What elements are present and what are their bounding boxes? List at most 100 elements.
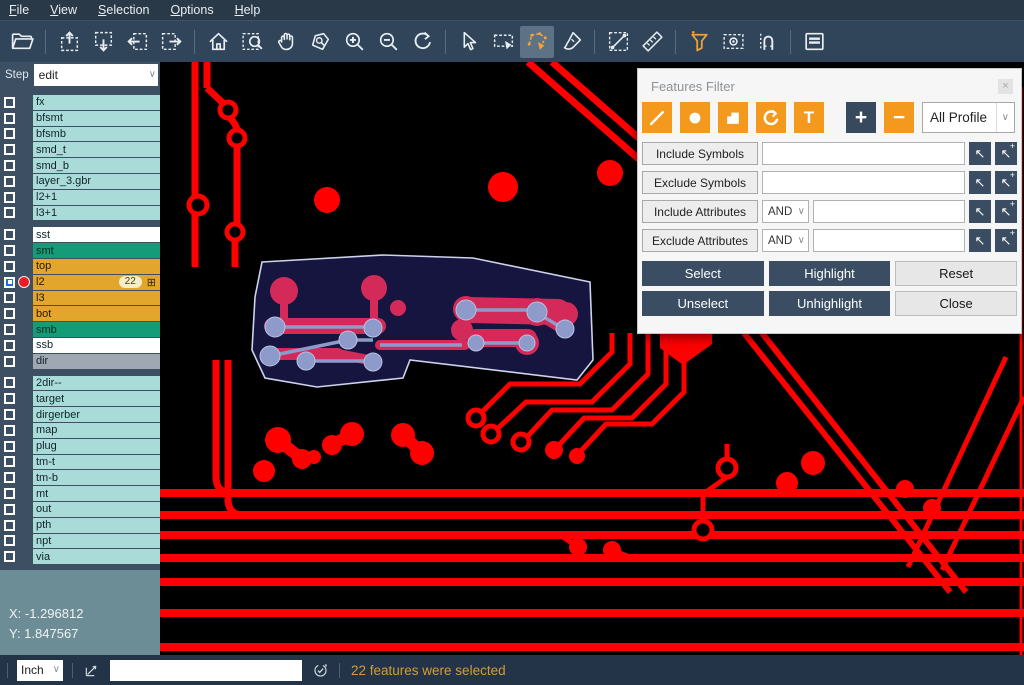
snap-angle-button[interactable]	[82, 661, 101, 680]
layer-cell[interactable]: l222⊞	[33, 275, 160, 290]
step-select[interactable]: edit ∨	[34, 64, 158, 86]
remove-filter-button[interactable]: −	[884, 102, 914, 133]
layer-cell[interactable]: 2dir--	[33, 376, 160, 391]
pick-add-button[interactable]: ↖+	[995, 142, 1017, 165]
layer-visibility-checkbox[interactable]	[4, 393, 15, 404]
layer-cell[interactable]: smd_t	[33, 142, 160, 157]
layer-visibility-checkbox[interactable]	[4, 504, 15, 515]
layer-row-ssb[interactable]: ssb	[0, 338, 160, 353]
grid-icon[interactable]: ⊞	[147, 276, 156, 289]
features-filter-button[interactable]	[682, 26, 716, 58]
layer-row-pth[interactable]: pth	[0, 518, 160, 533]
layer-cell[interactable]: fx	[33, 95, 160, 110]
menu-file[interactable]: File	[9, 3, 29, 17]
measure-points-button[interactable]	[601, 26, 635, 58]
menu-options[interactable]: Options	[170, 3, 213, 17]
command-input[interactable]	[110, 660, 302, 681]
highlight-button[interactable]: Highlight	[769, 261, 891, 286]
layer-row-mt[interactable]: mt	[0, 486, 160, 501]
pick-button[interactable]: ↖	[969, 171, 991, 194]
pan-button[interactable]	[269, 26, 303, 58]
layer-cell[interactable]: tm-t	[33, 455, 160, 470]
layer-cell[interactable]: l3+1	[33, 206, 160, 221]
and-or-select[interactable]: AND∨	[762, 200, 809, 223]
layer-visibility-checkbox[interactable]	[4, 261, 15, 272]
layer-visibility-checkbox[interactable]	[4, 356, 15, 367]
layer-visibility-checkbox[interactable]	[4, 324, 15, 335]
layer-row-npt[interactable]: npt	[0, 534, 160, 549]
layer-row-bfsmt[interactable]: bfsmt	[0, 111, 160, 126]
include-attributes-button[interactable]: Include Attributes	[642, 200, 758, 223]
pick-button[interactable]: ↖	[969, 229, 991, 252]
layer-cell[interactable]: plug	[33, 439, 160, 454]
profile-select[interactable]: All Profile ∨	[922, 102, 1015, 133]
reset-button[interactable]: Reset	[895, 261, 1017, 286]
layer-cell[interactable]: smb	[33, 322, 160, 337]
send-right-button[interactable]	[154, 26, 188, 58]
zoom-polygon-button[interactable]	[303, 26, 337, 58]
layer-row-sst[interactable]: sst	[0, 227, 160, 242]
surface-tool-button[interactable]	[718, 102, 748, 133]
layer-cell[interactable]: l2+1	[33, 190, 160, 205]
send-left-button[interactable]	[120, 26, 154, 58]
layer-row-bot[interactable]: bot	[0, 306, 160, 321]
layer-row-top[interactable]: top	[0, 259, 160, 274]
layer-row-fx[interactable]: fx	[0, 95, 160, 110]
menu-view[interactable]: View	[50, 3, 77, 17]
snap-button[interactable]	[750, 26, 784, 58]
filter-input[interactable]	[813, 229, 965, 252]
line-tool-button[interactable]	[642, 102, 672, 133]
unhighlight-button[interactable]: Unhighlight	[769, 291, 891, 316]
layer-visibility-checkbox[interactable]	[4, 192, 15, 203]
layer-row-l3[interactable]: l3	[0, 291, 160, 306]
layer-visibility-checkbox[interactable]	[4, 551, 15, 562]
pick-add-button[interactable]: ↖+	[995, 200, 1017, 223]
layer-cell[interactable]: bot	[33, 306, 160, 321]
refresh-status-button[interactable]	[311, 661, 330, 680]
zoom-out-button[interactable]	[371, 26, 405, 58]
include-symbols-button[interactable]: Include Symbols	[642, 142, 758, 165]
filter-input[interactable]	[813, 200, 965, 223]
layer-visibility-checkbox[interactable]	[4, 425, 15, 436]
layer-cell[interactable]: bfsmb	[33, 127, 160, 142]
layer-visibility-checkbox[interactable]	[4, 277, 15, 288]
layer-visibility-checkbox[interactable]	[4, 456, 15, 467]
menu-selection[interactable]: Selection	[98, 3, 149, 17]
layer-visibility-checkbox[interactable]	[4, 97, 15, 108]
exclude-attributes-button[interactable]: Exclude Attributes	[642, 229, 758, 252]
layer-cell[interactable]: top	[33, 259, 160, 274]
layer-visibility-checkbox[interactable]	[4, 160, 15, 171]
layer-row-tm-b[interactable]: tm-b	[0, 470, 160, 485]
layer-cell[interactable]: smd_b	[33, 158, 160, 173]
layer-visibility-checkbox[interactable]	[4, 409, 15, 420]
layer-row-tm-t[interactable]: tm-t	[0, 455, 160, 470]
layer-visibility-checkbox[interactable]	[4, 472, 15, 483]
home-view-button[interactable]	[201, 26, 235, 58]
layer-visibility-checkbox[interactable]	[4, 292, 15, 303]
layer-row-l2+1[interactable]: l2+1	[0, 190, 160, 205]
layer-row-dir[interactable]: dir	[0, 354, 160, 369]
layer-row-l3+1[interactable]: l3+1	[0, 206, 160, 221]
layer-row-smd_b[interactable]: smd_b	[0, 158, 160, 173]
layer-row-map[interactable]: map	[0, 423, 160, 438]
layer-visibility-checkbox[interactable]	[4, 488, 15, 499]
layer-row-layer_3.gbr[interactable]: layer_3.gbr	[0, 174, 160, 189]
pick-button[interactable]: ↖	[969, 142, 991, 165]
open-button[interactable]	[5, 26, 39, 58]
layer-visibility-checkbox[interactable]	[4, 308, 15, 319]
layer-row-plug[interactable]: plug	[0, 439, 160, 454]
arc-tool-button[interactable]	[756, 102, 786, 133]
layer-visibility-checkbox[interactable]	[4, 377, 15, 388]
menu-help[interactable]: Help	[235, 3, 261, 17]
layer-visibility-checkbox[interactable]	[4, 113, 15, 124]
select-rectangle-button[interactable]	[486, 26, 520, 58]
layer-cell[interactable]: smt	[33, 243, 160, 258]
layer-cell[interactable]: npt	[33, 534, 160, 549]
layer-cell[interactable]: ssb	[33, 338, 160, 353]
pick-button[interactable]: ↖	[969, 200, 991, 223]
layer-row-smt[interactable]: smt	[0, 243, 160, 258]
zoom-window-button[interactable]	[235, 26, 269, 58]
layer-cell[interactable]: sst	[33, 227, 160, 242]
layer-visibility-checkbox[interactable]	[4, 229, 15, 240]
layer-row-smd_t[interactable]: smd_t	[0, 142, 160, 157]
